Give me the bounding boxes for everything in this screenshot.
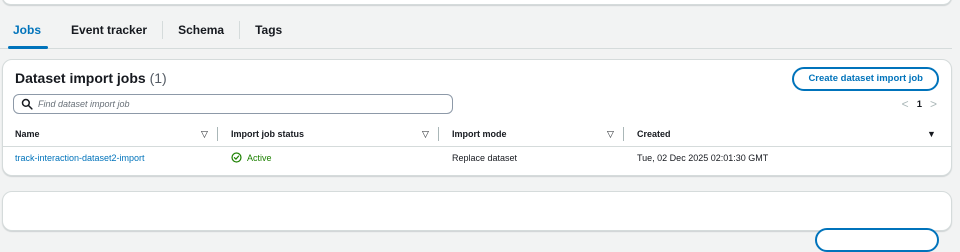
job-name-link[interactable]: track-interaction-dataset2-import [15,153,145,163]
search-icon [21,98,33,110]
pagination: < 1 > [902,98,937,110]
column-divider [217,127,218,141]
previous-page-button[interactable]: < [902,98,909,110]
column-header-import-job-status[interactable]: Import job status [231,129,304,139]
next-panel [2,191,952,252]
tab-event-tracker[interactable]: Event tracker [56,14,162,48]
column-divider [438,127,439,141]
top-card [2,0,952,5]
panel-title-text: Dataset import jobs [15,70,146,86]
table-row: track-interaction-dataset2-import Active… [3,147,951,169]
created-value: Tue, 02 Dec 2025 02:01:30 GMT [637,153,769,163]
panel-title-count: (1) [149,70,167,86]
panel-title: Dataset import jobs (1) [15,70,167,86]
create-dataset-import-job-button[interactable]: Create dataset import job [792,67,939,91]
sort-down-icon[interactable]: ▽ [607,129,614,140]
column-header-import-mode[interactable]: Import mode [452,129,507,139]
tab-jobs[interactable]: Jobs [0,14,56,49]
import-mode-value: Replace dataset [452,153,518,163]
tab-tags[interactable]: Tags [240,14,297,48]
next-panel-button[interactable] [815,228,939,252]
status-text: Active [247,152,272,163]
check-circle-icon [231,152,242,163]
column-header-name[interactable]: Name [15,129,40,139]
search-field[interactable] [13,94,453,114]
tab-schema[interactable]: Schema [163,14,239,48]
search-input[interactable] [38,99,438,109]
status-badge: Active [231,152,272,163]
sort-down-icon[interactable]: ▽ [201,129,208,140]
column-header-created[interactable]: Created [637,129,671,139]
column-divider [623,127,624,141]
sort-down-icon[interactable]: ▽ [422,129,429,140]
next-page-button[interactable]: > [930,98,937,110]
tab-bar: Jobs Event tracker Schema Tags [0,14,952,49]
sort-down-icon[interactable]: ▼ [927,129,936,139]
dataset-import-jobs-panel: Dataset import jobs (1) Create dataset i… [2,59,952,176]
table-header: Name ▽ Import job status ▽ Import mode ▽… [3,124,951,147]
current-page-number[interactable]: 1 [917,99,922,110]
